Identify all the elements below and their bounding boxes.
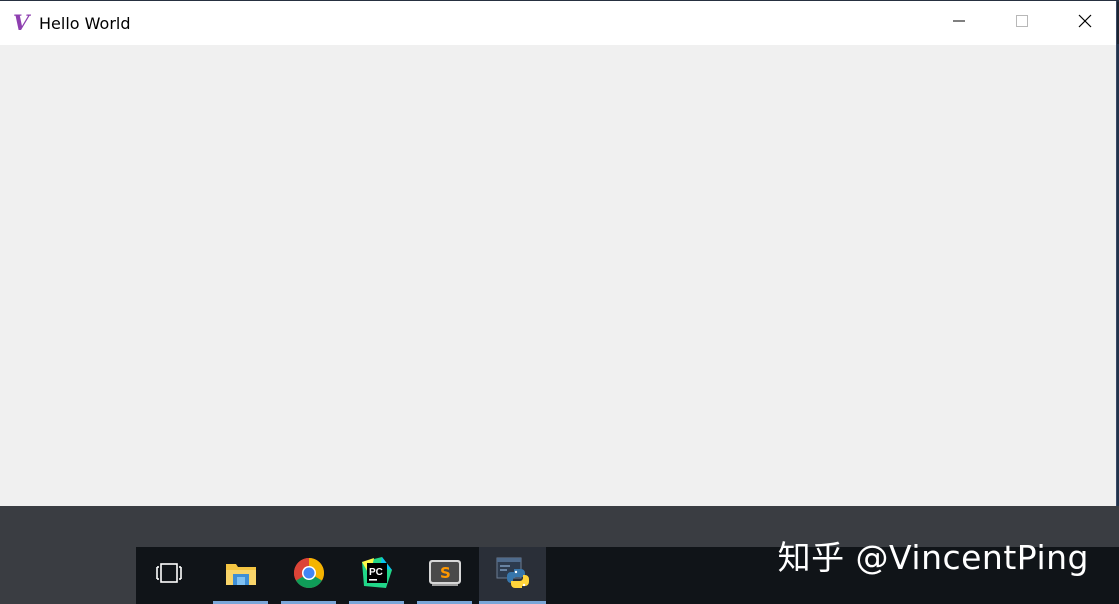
zhihu-watermark: 知乎 @VincentPing bbox=[777, 538, 1089, 577]
sublime-icon: S bbox=[428, 558, 462, 593]
taskbar-item-file-explorer[interactable] bbox=[213, 547, 268, 604]
taskbar-item-python[interactable] bbox=[479, 547, 546, 604]
minimize-icon bbox=[952, 14, 965, 32]
desktop: V Hello World PC S 知乎 @VincentPing bbox=[0, 0, 1119, 604]
taskbar-left-area bbox=[0, 547, 136, 604]
svg-text:PC: PC bbox=[369, 567, 383, 578]
minimize-button[interactable] bbox=[927, 1, 990, 45]
task-view-icon bbox=[153, 562, 185, 589]
svg-text:V: V bbox=[13, 12, 32, 34]
title-bar[interactable]: V Hello World bbox=[0, 1, 1116, 45]
taskbar-item-sublime-text[interactable]: S bbox=[417, 547, 472, 604]
taskbar-item-task-view[interactable] bbox=[146, 547, 192, 604]
maximize-button[interactable] bbox=[990, 1, 1053, 45]
taskbar-item-chrome[interactable] bbox=[281, 547, 336, 604]
folder-icon bbox=[225, 559, 257, 592]
window-client-area[interactable] bbox=[0, 45, 1116, 505]
app-window: V Hello World bbox=[0, 1, 1117, 506]
window-controls bbox=[927, 1, 1116, 45]
close-button[interactable] bbox=[1053, 1, 1116, 45]
python-icon bbox=[496, 557, 530, 594]
pycharm-icon: PC bbox=[360, 556, 394, 595]
window-title: Hello World bbox=[39, 13, 131, 33]
chrome-icon bbox=[293, 557, 325, 594]
maximize-icon bbox=[1015, 14, 1028, 32]
close-icon bbox=[1078, 14, 1092, 33]
taskbar-item-pycharm[interactable]: PC bbox=[349, 547, 404, 604]
vim-v-icon: V bbox=[11, 12, 33, 34]
svg-text:S: S bbox=[440, 564, 451, 582]
